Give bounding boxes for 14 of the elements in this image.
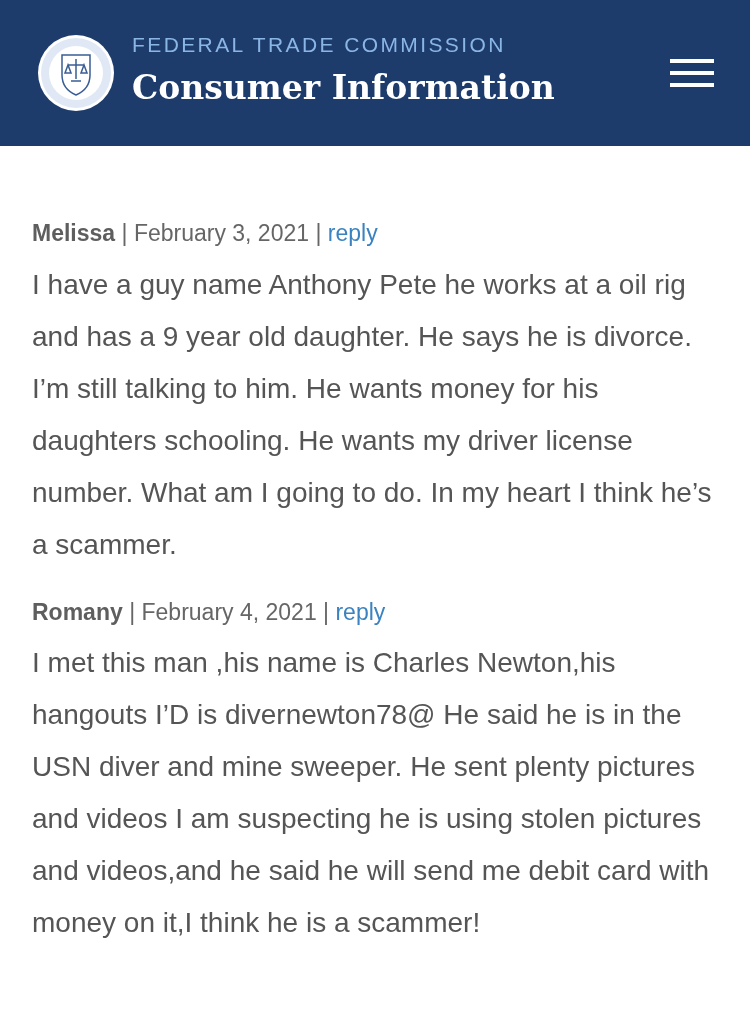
comment-text: I met this man ,his name is Charles Newton,his hangouts I’D is divernewton78@ He said he is in the USN diver and mine sweeper. He sent plenty pictures and videos I am suspecting he is using stolen pictures and videos,and he said he will send me debit card with money on it,I think he is a scammer! bbox=[32, 646, 711, 940]
agency-name: FEDERAL TRADE COMMISSION bbox=[132, 34, 507, 55]
reply-link[interactable]: reply bbox=[327, 220, 378, 246]
author-name: Romany bbox=[32, 598, 123, 625]
comment-date: February 4, 2021 bbox=[141, 598, 317, 625]
separator: | bbox=[323, 598, 330, 625]
comment-text: I have a guy name Anthony Pete he works at a oil rig and has a 9 year old daughter. He says he is divorce. I’m still talking to him. He wants money for his daughters schooling. He wants my driver license number. What am I going to do. In my heart I think he’s a scammer. bbox=[32, 267, 713, 562]
separator: | bbox=[129, 598, 136, 625]
reply-link[interactable]: reply bbox=[335, 598, 386, 625]
author-name: Melissa bbox=[32, 220, 116, 246]
separator: | bbox=[315, 220, 322, 246]
comment-date: February 3, 2021 bbox=[133, 220, 310, 246]
separator: | bbox=[121, 220, 128, 246]
site-title[interactable]: Consumer Information bbox=[132, 71, 555, 104]
